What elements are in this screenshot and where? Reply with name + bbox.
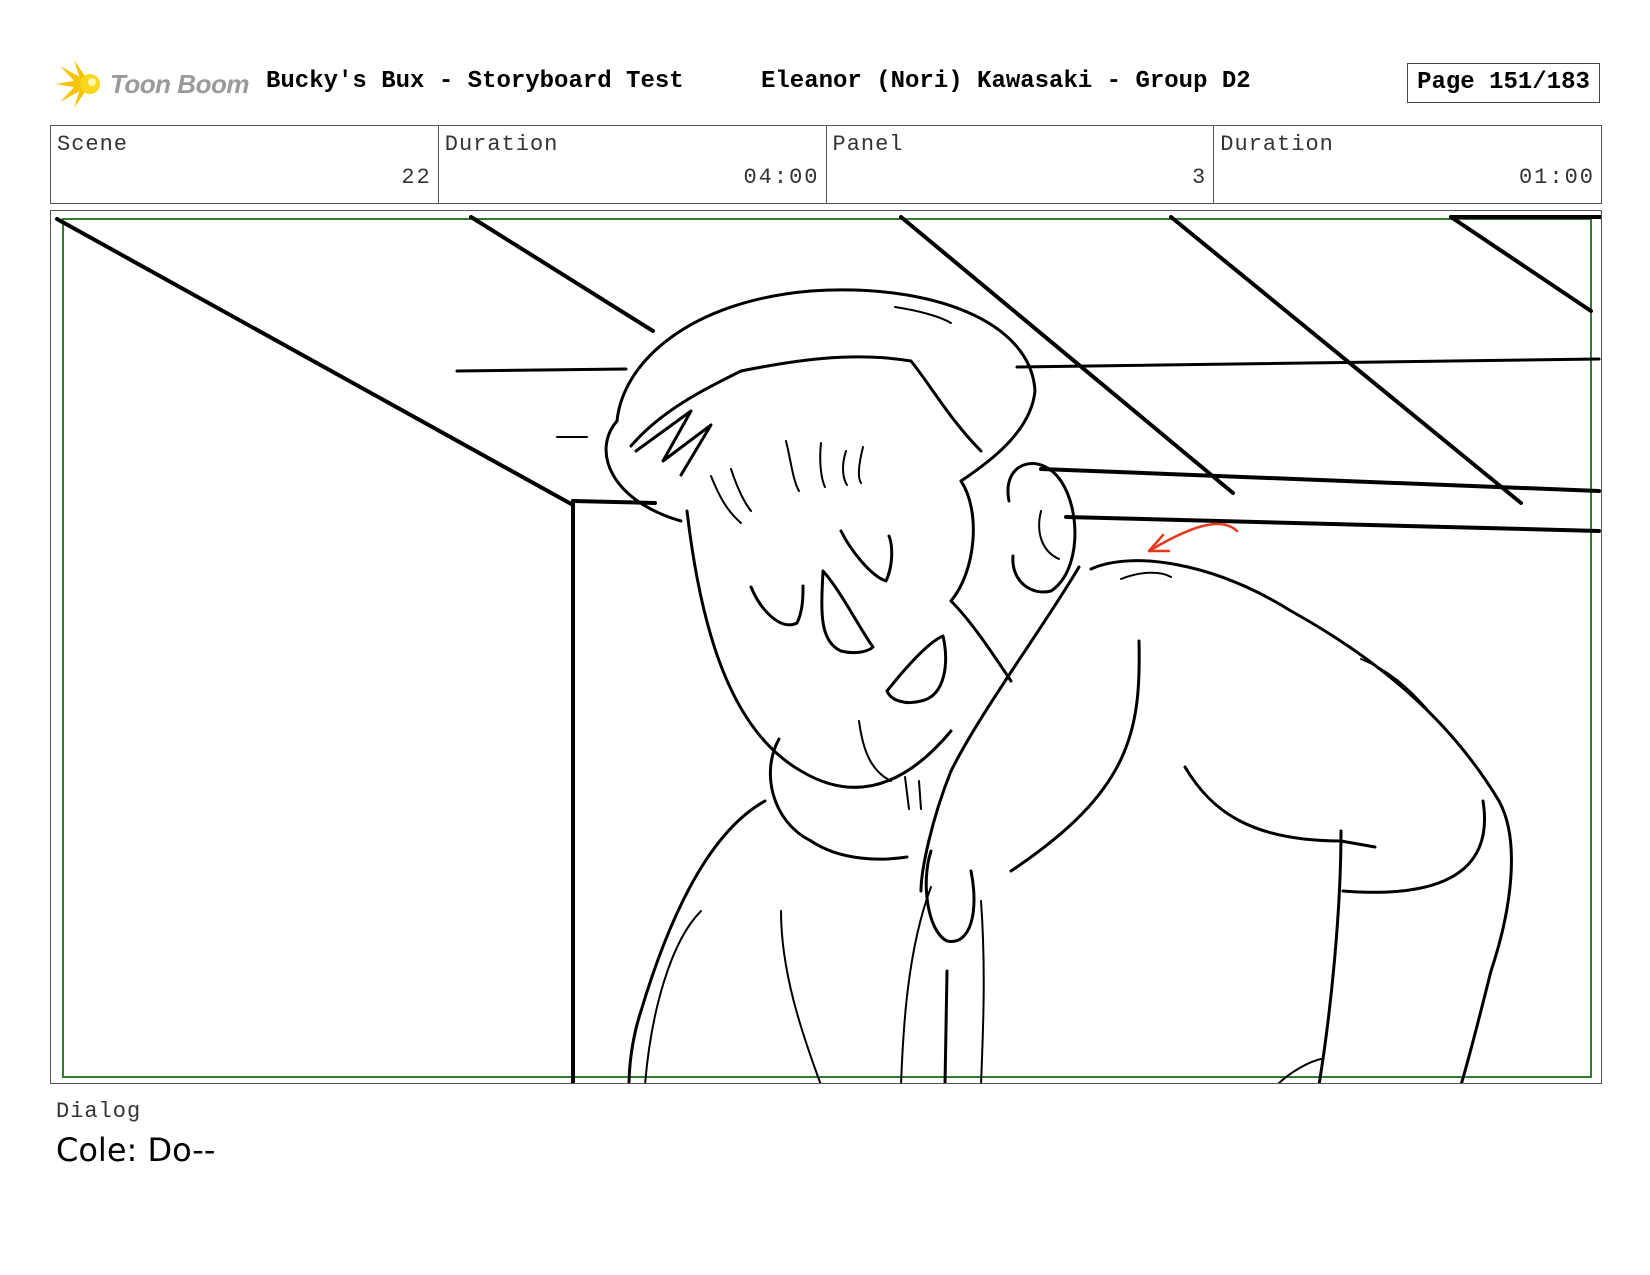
panel-label: Panel [832,132,904,157]
annotation-arrow-icon [1147,522,1239,553]
panel-cell: Panel 3 [827,126,1215,203]
page-number: Page 151/183 [1407,63,1600,103]
panel-sketch [55,215,1601,1083]
panel-duration-value: 01:00 [1518,165,1595,190]
scene-duration-cell: Duration 04:00 [439,126,827,203]
character-sketch [604,288,1513,1083]
panel-value: 3 [1192,165,1208,190]
scene-duration-label: Duration [444,132,559,157]
project-title: Bucky's Bux - Storyboard Test [266,68,684,95]
page-header: Toon Boom Bucky's Bux - Storyboard Test … [50,56,1602,112]
starburst-icon [56,60,100,108]
scene-info-table: Scene 22 Duration 04:00 Panel 3 Duration… [50,125,1602,204]
panel-duration-cell: Duration 01:00 [1214,126,1601,203]
artist-name: Eleanor (Nori) Kawasaki - Group D2 [761,68,1251,95]
logo-text: Toon Boom [110,69,249,99]
scene-label: Scene [57,132,129,157]
scene-duration-value: 04:00 [743,165,820,190]
dialog-text: Cole: Do-- [56,1131,216,1169]
scene-cell: Scene 22 [51,126,439,203]
toon-boom-logo: Toon Boom [54,60,254,108]
scene-value: 22 [401,165,432,190]
panel-duration-label: Duration [1220,132,1334,157]
storyboard-panel [50,210,1602,1084]
dialog-label: Dialog [56,1099,142,1124]
background-sketch [55,215,1601,1083]
